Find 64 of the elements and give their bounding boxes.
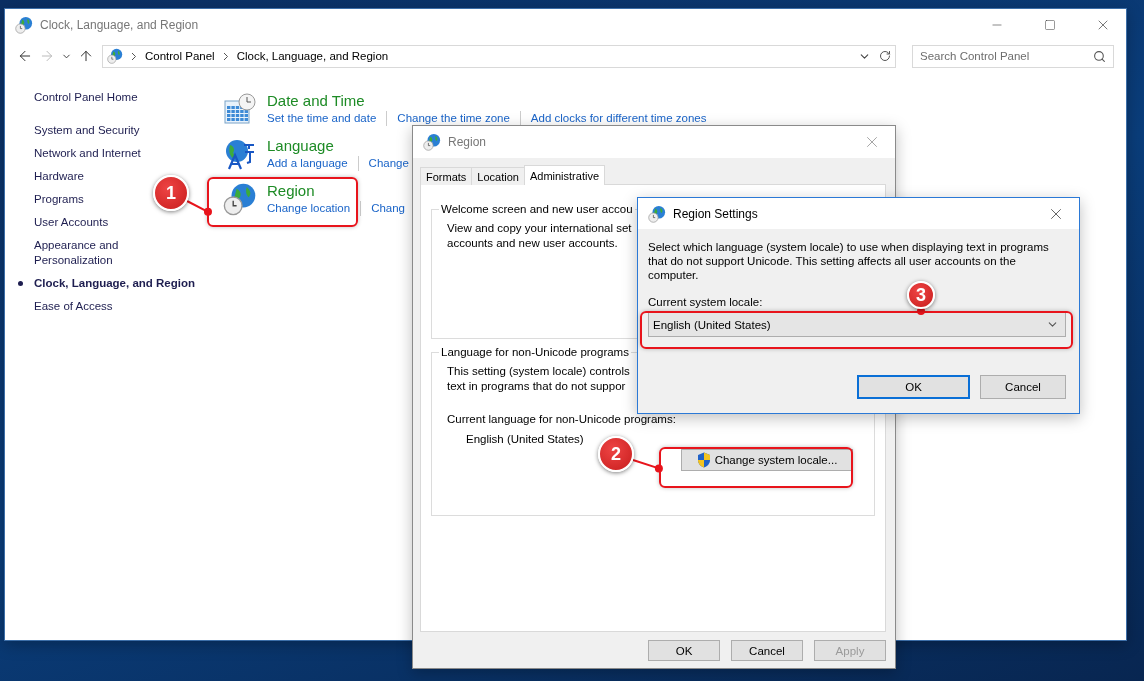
control-panel-icon bbox=[15, 16, 33, 34]
chevron-icon bbox=[222, 51, 229, 61]
dialog-title: Region bbox=[448, 135, 487, 149]
field-label: Current system locale: bbox=[648, 296, 763, 308]
task-link[interactable]: Add a language bbox=[267, 157, 348, 170]
group-title: Welcome screen and new user accou bbox=[440, 203, 634, 215]
group-description: View and copy your international set accounts and new user accounts. bbox=[447, 221, 632, 251]
chevron-icon bbox=[131, 51, 137, 61]
address-bar[interactable]: Control Panel Clock, Language, and Region bbox=[102, 44, 876, 68]
maximize-icon bbox=[1044, 19, 1056, 31]
back-button[interactable] bbox=[17, 48, 33, 64]
sidebar-link[interactable]: Control Panel Home bbox=[34, 90, 138, 105]
up-button[interactable] bbox=[78, 48, 94, 64]
task-link[interactable]: Change bbox=[368, 157, 409, 170]
tab[interactable]: Administrative bbox=[523, 165, 605, 185]
task-link[interactable]: Change the time zone bbox=[397, 112, 510, 125]
sidebar-link[interactable]: Programs bbox=[34, 192, 84, 207]
task-link[interactable]: Set the time and date bbox=[267, 112, 377, 125]
group-title: Language for non-Unicode programs bbox=[440, 346, 630, 358]
refresh-button[interactable] bbox=[874, 44, 896, 68]
breadcrumb-item[interactable]: Control Panel bbox=[145, 50, 215, 62]
dialog-description: Select which language (system locale) to use when displaying text in programs that do not support Unicode. This setting affects all user accounts on the computer. bbox=[648, 240, 1050, 282]
region-icon bbox=[648, 204, 666, 223]
category-title[interactable]: Date and Time bbox=[267, 92, 365, 109]
group-description: This setting (system locale) controls text in programs that do not suppor bbox=[447, 364, 630, 394]
forward-button[interactable] bbox=[39, 48, 55, 64]
current-language-value: English (United States) bbox=[466, 433, 584, 445]
task-link[interactable]: Add clocks for different time zones bbox=[530, 112, 707, 125]
search-field[interactable]: Search Control Panel bbox=[912, 44, 1114, 68]
field-label: Current language for non-Unicode programs: bbox=[447, 413, 676, 425]
change-locale-button[interactable]: Change system locale... bbox=[681, 449, 853, 471]
tab[interactable]: Formats bbox=[420, 167, 473, 185]
dialog-button[interactable]: Cancel bbox=[980, 375, 1066, 399]
dialog-button[interactable]: OK bbox=[648, 640, 720, 661]
sidebar-link[interactable]: Network and Internet bbox=[34, 146, 141, 161]
control-panel-icon bbox=[107, 48, 123, 64]
sidebar-link[interactable]: User Accounts bbox=[34, 215, 109, 230]
sidebar-link[interactable]: Clock, Language, and Region bbox=[34, 276, 196, 291]
globe-letters-icon bbox=[223, 137, 257, 171]
region-icon bbox=[423, 133, 441, 151]
locale-dropdown[interactable]: English (United States) bbox=[648, 312, 1066, 337]
search-icon bbox=[1093, 49, 1106, 63]
sidebar-link[interactable]: Hardware bbox=[34, 169, 84, 184]
sidebar-link[interactable]: Appearance and Personalization bbox=[34, 238, 159, 268]
sidebar-link[interactable]: System and Security bbox=[34, 123, 140, 138]
sidebar-link[interactable]: Ease of Access bbox=[34, 299, 113, 314]
bullet-icon bbox=[18, 281, 23, 286]
calendar-clock-icon bbox=[223, 92, 257, 126]
dialog-button[interactable]: OK bbox=[857, 375, 970, 399]
task-link[interactable]: Chang bbox=[371, 202, 405, 215]
refresh-icon bbox=[878, 50, 891, 62]
breadcrumb-item[interactable]: Clock, Language, and Region bbox=[236, 50, 389, 62]
globe-clock-icon bbox=[223, 182, 257, 216]
category-title[interactable]: Language bbox=[267, 137, 334, 154]
forward-arrow-icon bbox=[39, 48, 55, 64]
tab[interactable]: Location bbox=[471, 167, 525, 185]
leader-line bbox=[187, 201, 212, 216]
leader-line bbox=[633, 459, 663, 472]
shield-icon bbox=[696, 452, 711, 468]
task-link[interactable]: Change location bbox=[267, 202, 351, 215]
window-title: Clock, Language, and Region bbox=[40, 18, 199, 32]
dialog-button[interactable]: Cancel bbox=[731, 640, 803, 661]
category-title[interactable]: Region bbox=[267, 182, 315, 199]
dialog-title: Region Settings bbox=[673, 206, 758, 221]
